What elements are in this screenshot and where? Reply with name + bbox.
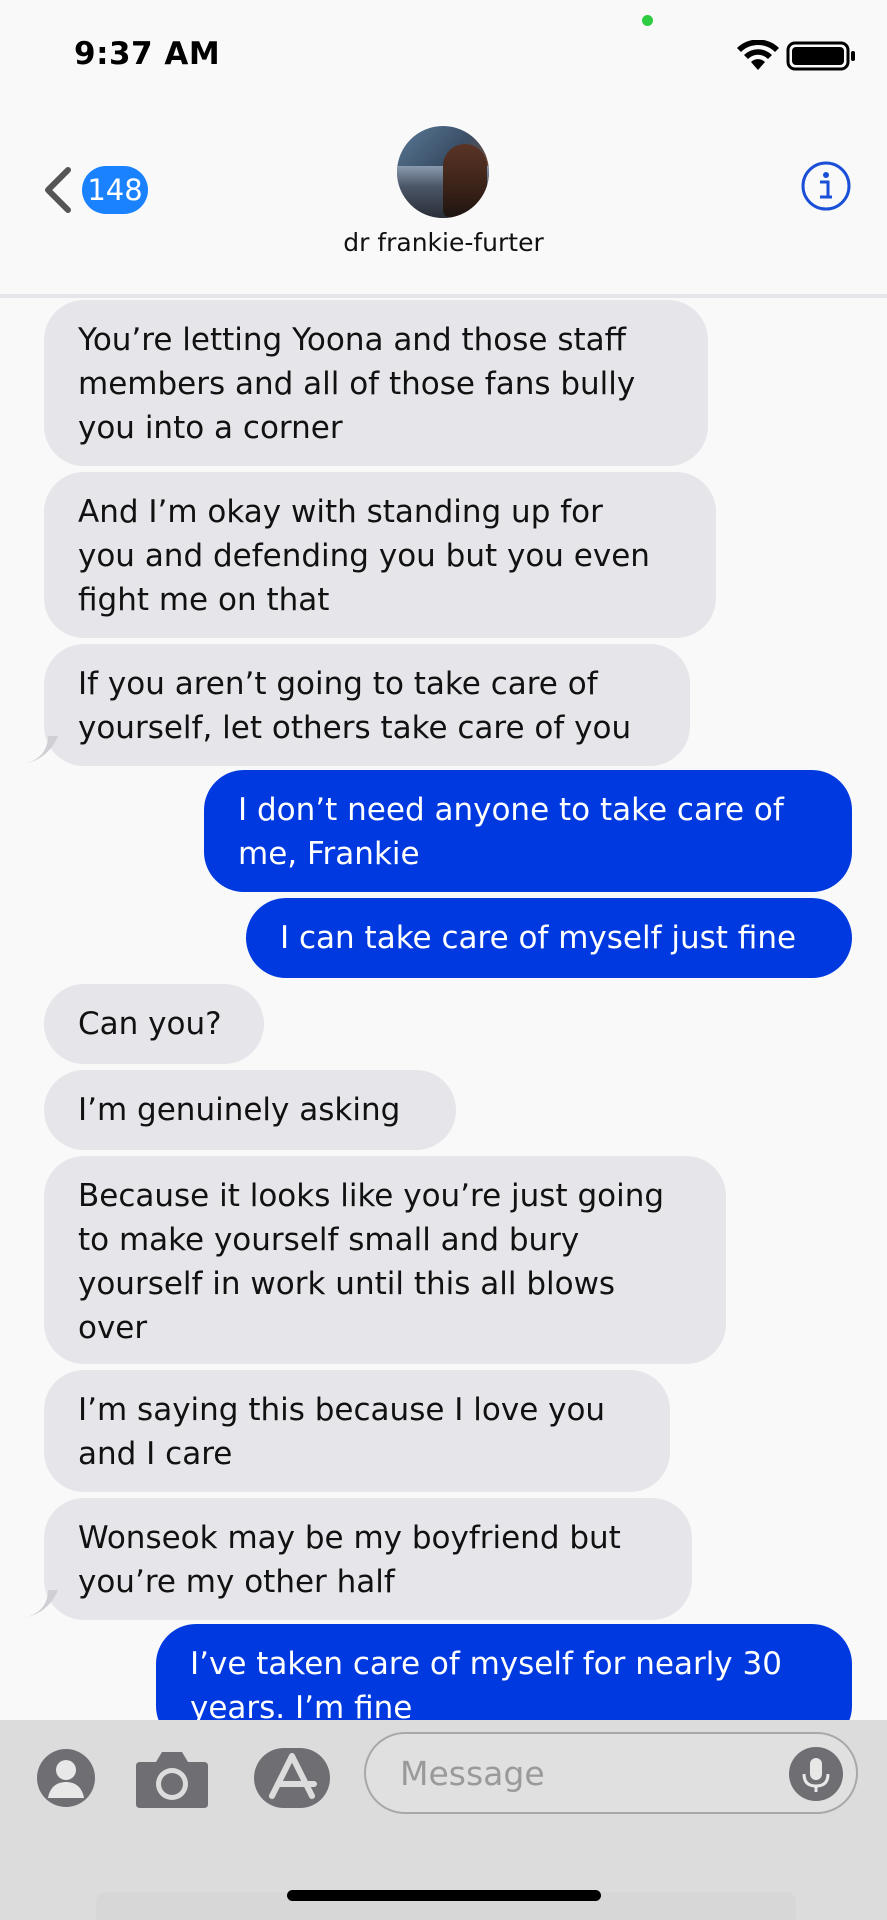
received-message[interactable]: If you aren’t going to take care of your… <box>44 644 690 766</box>
received-message[interactable]: I’m genuinely asking <box>44 1070 456 1150</box>
microphone-icon[interactable] <box>788 1746 844 1802</box>
battery-icon <box>786 41 855 71</box>
received-message[interactable]: Can you? <box>44 984 264 1064</box>
contact-avatar[interactable] <box>397 126 489 218</box>
contact-name[interactable]: dr frankie-furter <box>0 228 887 257</box>
wifi-icon <box>737 40 779 70</box>
status-time: 9:37 AM <box>74 36 221 72</box>
received-message[interactable]: Wonseok may be my boyfriend but you’re m… <box>44 1498 692 1620</box>
message-thread[interactable]: You’re letting Yoona and those staff mem… <box>0 298 887 1720</box>
info-icon[interactable] <box>800 160 852 212</box>
sent-message[interactable]: I don’t need anyone to take care of me, … <box>204 770 852 892</box>
message-input[interactable] <box>364 1732 858 1814</box>
received-message[interactable]: And I’m okay with standing up for you an… <box>44 472 716 638</box>
received-message[interactable]: You’re letting Yoona and those staff mem… <box>44 300 708 466</box>
camera-icon[interactable] <box>134 1746 210 1810</box>
chevron-left-icon <box>45 167 71 213</box>
sent-message[interactable]: I’ve taken care of myself for nearly 30 … <box>156 1624 852 1720</box>
received-message[interactable]: Because it looks like you’re just going … <box>44 1156 726 1364</box>
camera-in-use-indicator <box>642 15 653 26</box>
message-tail <box>24 736 58 764</box>
person-icon[interactable] <box>36 1748 96 1808</box>
message-tail <box>24 1590 58 1618</box>
status-bar: 9:37 AM <box>0 0 887 110</box>
home-indicator[interactable] <box>287 1890 601 1901</box>
conversation-header: 148 dr frankie-furter <box>0 110 887 298</box>
messages-screen: 9:37 AM 148 dr frankie-furter You’re let… <box>0 0 887 1920</box>
back-button[interactable]: 148 <box>40 160 160 220</box>
sent-message[interactable]: I can take care of myself just fine <box>246 898 852 978</box>
received-message[interactable]: I’m saying this because I love you and I… <box>44 1370 670 1492</box>
unread-count-badge: 148 <box>82 166 148 214</box>
app-store-icon[interactable] <box>252 1746 332 1810</box>
